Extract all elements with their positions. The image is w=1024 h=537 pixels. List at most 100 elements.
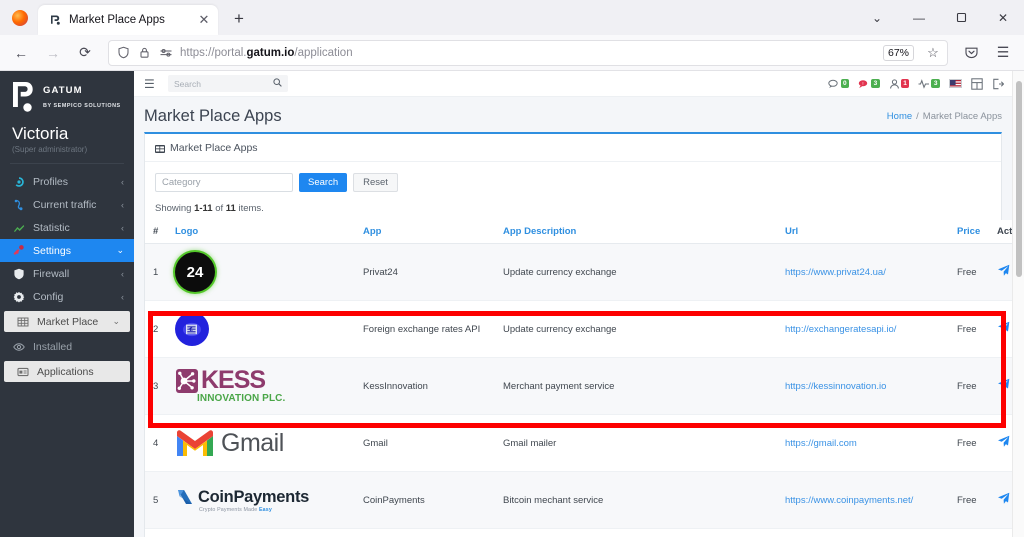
app-url-link[interactable]: https://kessinnovation.io: [785, 381, 886, 392]
gmail-wordmark: Gmail: [221, 428, 284, 457]
column-header-url[interactable]: Url: [777, 220, 949, 244]
column-header-num[interactable]: #: [145, 220, 167, 244]
traffic-icon: [12, 198, 25, 211]
cell-description: Bitcoin mechant service: [495, 471, 777, 529]
sidebar-item-config[interactable]: Config ‹: [0, 285, 134, 308]
column-header-app[interactable]: App: [355, 220, 495, 244]
cell-logo: KESS INNOVATION PLC.: [167, 357, 355, 415]
table-row[interactable]: 2 € Foreign exchange rates API Update cu…: [145, 300, 1012, 358]
send-icon[interactable]: [997, 321, 1010, 337]
table-row[interactable]: 4 Gmail Gmail Gmail mailer https://gmail…: [145, 414, 1012, 472]
table-row[interactable]: 1 24 Privat24 Update currency exchange h…: [145, 243, 1012, 301]
sidebar-item-applications[interactable]: Applications: [4, 361, 130, 382]
column-header-price[interactable]: Price: [949, 220, 989, 244]
column-header-logo[interactable]: Logo: [167, 220, 355, 244]
tab-close-icon[interactable]: ✕: [196, 12, 212, 28]
sidebar-item-label: Config: [33, 290, 64, 303]
chevron-left-icon: ‹: [121, 199, 124, 210]
gmail-logo-mark: Gmail: [175, 428, 284, 458]
cell-num: 5: [145, 471, 167, 529]
app-menu-button[interactable]: ☰: [988, 39, 1018, 67]
forward-button[interactable]: →: [38, 39, 68, 67]
pulse-icon[interactable]: 3: [918, 78, 940, 89]
cell-logo: 24: [167, 243, 355, 301]
zoom-level-badge[interactable]: 67%: [882, 44, 914, 61]
sidebar-item-installed[interactable]: Installed: [0, 335, 134, 358]
scrollbar-thumb[interactable]: [1016, 81, 1022, 277]
column-header-description[interactable]: App Description: [495, 220, 777, 244]
send-icon[interactable]: [997, 264, 1010, 280]
sidebar-item-label: Statistic: [33, 221, 70, 234]
search-placeholder: Search: [174, 78, 201, 89]
language-flag-icon[interactable]: [949, 79, 962, 88]
send-icon[interactable]: [997, 378, 1010, 394]
us-flag-icon: [949, 79, 962, 88]
app-url-link[interactable]: http://exchangeratesapi.io/: [785, 324, 896, 335]
user-icon[interactable]: 1: [889, 78, 910, 89]
page-scrollbar[interactable]: [1012, 71, 1024, 537]
cell-description: Update currency exchange: [495, 300, 777, 358]
sidebar-item-firewall[interactable]: Firewall ‹: [0, 262, 134, 285]
table-row[interactable]: 5 CoinPayments Crypto Payments Made Easy…: [145, 471, 1012, 529]
sidebar-toggle-icon[interactable]: ☰: [144, 77, 158, 91]
user-name: Victoria: [12, 124, 69, 143]
cell-actions: [989, 471, 1012, 529]
page-header: Market Place Apps Home / Market Place Ap…: [134, 97, 1012, 132]
firewall-icon: [12, 267, 25, 280]
sidebar-item-profiles[interactable]: Profiles ‹: [0, 170, 134, 193]
app-content: ☰ Search 0 ! 3 1 3 Market Place Apps Hom…: [134, 71, 1012, 537]
cell-logo: €: [167, 300, 355, 358]
send-icon[interactable]: [997, 435, 1010, 451]
logout-icon[interactable]: [992, 78, 1004, 90]
config-icon: [12, 290, 25, 303]
new-tab-button[interactable]: +: [226, 6, 252, 32]
category-input[interactable]: Category: [155, 173, 293, 192]
search-button[interactable]: Search: [299, 173, 348, 192]
privat24-logo: 24: [175, 250, 349, 294]
chevron-down-icon: ⌄: [112, 316, 120, 326]
brand-logo[interactable]: GATUM BY SEMPICO SOLUTIONS: [0, 71, 134, 118]
close-window-button[interactable]: ✕: [982, 2, 1024, 34]
marketplace-icon: [16, 315, 29, 328]
window-controls: ⌄ — ✕: [856, 0, 1024, 35]
address-bar[interactable]: https://portal.gatum.io/application 67% …: [108, 39, 948, 66]
app-sidebar: GATUM BY SEMPICO SOLUTIONS Victoria (Sup…: [0, 71, 134, 537]
search-icon: [273, 78, 282, 89]
back-button[interactable]: ←: [6, 39, 36, 67]
cell-description: Gmail mailer: [495, 414, 777, 472]
bookmark-star-icon[interactable]: ☆: [923, 45, 943, 61]
maximize-button[interactable]: [940, 2, 982, 34]
table-row[interactable]: 6: [145, 528, 1012, 537]
cell-num: 3: [145, 357, 167, 415]
search-input[interactable]: Search: [168, 75, 288, 92]
breadcrumb-home-link[interactable]: Home: [887, 111, 912, 122]
table-row[interactable]: 3 KESS INNOVATION PLC. KessInnovation Me…: [145, 357, 1012, 415]
grid-icon[interactable]: [971, 77, 983, 90]
minimize-button[interactable]: —: [898, 2, 940, 34]
send-icon[interactable]: [997, 492, 1010, 508]
chevron-left-icon: ‹: [121, 291, 124, 302]
chevron-left-icon: ‹: [121, 222, 124, 233]
sidebar-item-current-traffic[interactable]: Current traffic ‹: [0, 193, 134, 216]
reload-button[interactable]: ⟳: [70, 39, 100, 67]
kess-tagline: INNOVATION PLC.: [197, 393, 286, 404]
ticket-icon[interactable]: 0: [827, 79, 850, 89]
coinpayments-logo-row: CoinPayments: [175, 487, 309, 507]
sidebar-item-settings[interactable]: Settings ⌄: [0, 239, 134, 262]
tab-list-button[interactable]: ⌄: [856, 2, 898, 34]
browser-tab[interactable]: Market Place Apps ✕: [38, 5, 218, 35]
app-url-link[interactable]: https://gmail.com: [785, 438, 857, 449]
app-url-link[interactable]: https://www.coinpayments.net/: [785, 495, 913, 506]
sidebar-item-market-place[interactable]: Market Place ⌄: [4, 311, 130, 332]
app-url-link[interactable]: https://www.privat24.ua/: [785, 267, 886, 278]
permissions-icon[interactable]: [159, 46, 173, 60]
cell-actions: [989, 414, 1012, 472]
table-header: # Logo App App Description Url Price Act…: [145, 220, 1012, 244]
cell-num: 1: [145, 243, 167, 301]
cell-app: Foreign exchange rates API: [355, 300, 495, 358]
cell-app: GoURL: [355, 528, 495, 537]
sidebar-item-statistic[interactable]: Statistic ‹: [0, 216, 134, 239]
pocket-icon[interactable]: [956, 39, 986, 67]
alert-shield-icon[interactable]: ! 3: [858, 79, 880, 89]
reset-button[interactable]: Reset: [353, 173, 398, 192]
